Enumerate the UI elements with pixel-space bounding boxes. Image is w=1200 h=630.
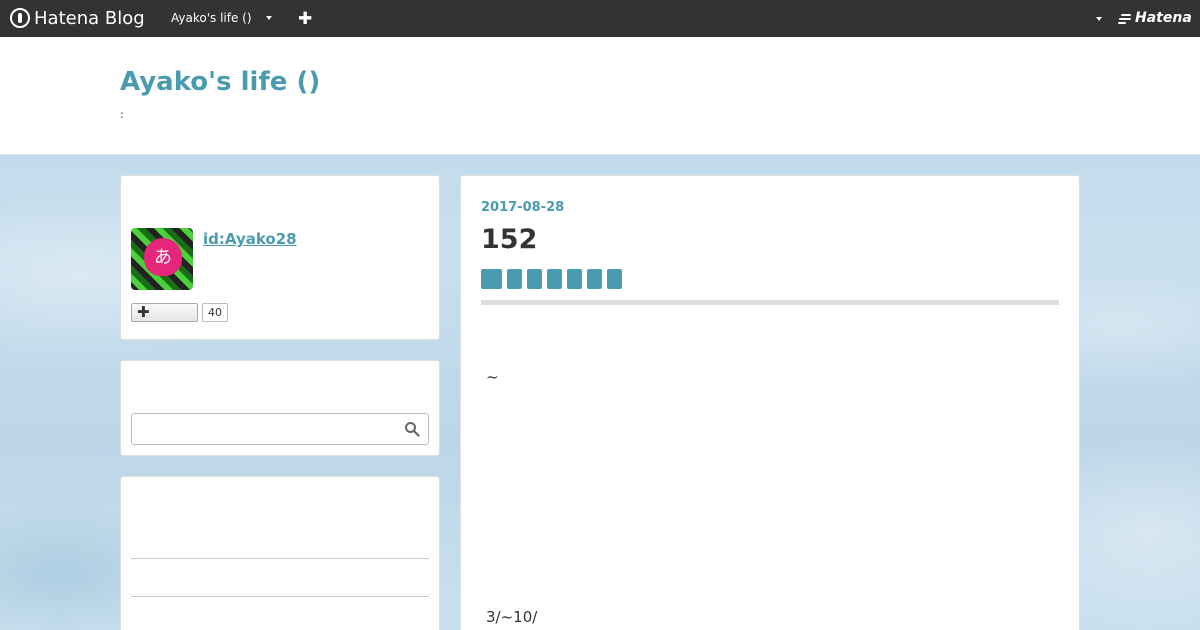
- blog-description: :: [120, 108, 124, 121]
- blog-title-link[interactable]: Ayako's life (): [120, 67, 320, 97]
- hatena-brand-link[interactable]: Hatena: [1118, 10, 1192, 26]
- follow-button[interactable]: ✚: [131, 303, 198, 322]
- search-module: [120, 360, 440, 456]
- entry-body-text: 3/~10/: [486, 608, 538, 626]
- profile-id-link[interactable]: id:Ayako28: [203, 230, 297, 248]
- blog-switcher[interactable]: Ayako's life (): [171, 11, 272, 25]
- blog-header: Ayako's life () :: [0, 37, 1200, 155]
- hatena-brand-text: Hatena: [1135, 10, 1192, 26]
- search-icon[interactable]: [404, 421, 420, 437]
- category-tag[interactable]: [507, 269, 522, 289]
- avatar-heart-icon: あ: [144, 238, 182, 276]
- avatar[interactable]: あ: [131, 228, 193, 290]
- entry-title[interactable]: 152: [481, 224, 537, 255]
- category-tag[interactable]: [567, 269, 582, 289]
- new-entry-button[interactable]: ✚: [298, 9, 312, 29]
- divider: [131, 596, 429, 597]
- user-menu-chevron-down-icon[interactable]: [1096, 17, 1102, 21]
- category-tag[interactable]: [587, 269, 602, 289]
- category-tag[interactable]: [527, 269, 542, 289]
- hatena-brand-icon: [1118, 13, 1132, 24]
- search-input[interactable]: [131, 413, 429, 445]
- chevron-down-icon: [265, 16, 272, 20]
- entry-categories: [481, 269, 622, 289]
- plus-icon: ✚: [137, 303, 150, 321]
- logo-text: Hatena Blog: [34, 7, 145, 29]
- entry-body-text: ~: [486, 368, 499, 386]
- hatena-blog-logo-icon: [10, 8, 30, 28]
- links-module: [120, 476, 440, 630]
- follower-count[interactable]: 40: [202, 303, 228, 322]
- entry-article: 2017-08-28 152 ~ 3/~10/: [460, 175, 1080, 630]
- category-tag[interactable]: [607, 269, 622, 289]
- plus-icon: ✚: [298, 9, 313, 29]
- category-tag[interactable]: [481, 269, 502, 289]
- divider: [131, 558, 429, 559]
- blog-switcher-label: Ayako's life (): [171, 11, 252, 25]
- global-header: Hatena Blog Ayako's life () ✚ Hatena: [0, 0, 1200, 37]
- entry-date-link[interactable]: 2017-08-28: [481, 200, 564, 215]
- category-tag[interactable]: [547, 269, 562, 289]
- hatena-blog-logo[interactable]: Hatena Blog: [10, 7, 145, 29]
- profile-module: あ id:Ayako28 ✚ 40: [120, 175, 440, 340]
- entry-header-divider: [481, 300, 1059, 305]
